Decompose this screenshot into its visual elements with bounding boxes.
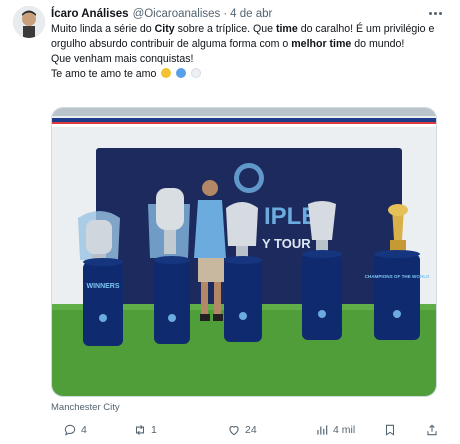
reply-count: 4 bbox=[81, 424, 87, 436]
like-count: 24 bbox=[245, 424, 257, 436]
share-icon bbox=[427, 424, 437, 436]
backdrop-text-2: Y TOUR bbox=[262, 236, 311, 251]
tweet-text: Muito linda a série do City sobre a tríp… bbox=[51, 22, 446, 82]
retweet-count: 1 bbox=[151, 424, 157, 436]
author-name[interactable]: Ícaro Análises bbox=[51, 8, 129, 20]
reply-icon bbox=[64, 424, 76, 436]
media-caption[interactable]: Manchester City bbox=[51, 402, 120, 413]
pedestal-label-1: WINNERS bbox=[86, 283, 119, 290]
tweet-header: Ícaro Análises @Oicaroanalises · 4 de ab… bbox=[51, 6, 272, 22]
separator-dot: · bbox=[223, 8, 228, 20]
tweet-media-photo[interactable]: IPLE Y TOUR WINNERS CHAMPIONS OF THE WOR… bbox=[51, 107, 437, 397]
author-handle[interactable]: @Oicaroanalises bbox=[133, 8, 221, 20]
reply-button[interactable]: 4 bbox=[63, 420, 87, 440]
like-icon bbox=[229, 426, 239, 436]
views-button[interactable]: 4 mil bbox=[315, 420, 355, 440]
views-icon bbox=[317, 425, 328, 435]
tweet-paragraph-1: Muito linda a série do City sobre a tríp… bbox=[51, 23, 435, 50]
action-bar: 4 1 24 4 mil bbox=[51, 420, 446, 440]
like-button[interactable]: 24 bbox=[227, 420, 257, 440]
share-button[interactable] bbox=[425, 420, 439, 440]
avatar[interactable] bbox=[13, 6, 45, 38]
tweet-paragraph-3: Te amo te amo te amo bbox=[51, 67, 446, 82]
tweet-card[interactable]: Ícaro Análises @Oicaroanalises · 4 de ab… bbox=[0, 0, 460, 444]
smiling-face-emoji-icon bbox=[161, 68, 172, 78]
retweet-button[interactable]: 1 bbox=[133, 420, 157, 440]
bookmark-icon bbox=[385, 424, 395, 436]
more-icon[interactable] bbox=[426, 6, 444, 20]
tweet-paragraph-2: Que venham mais conquistas! bbox=[51, 53, 194, 65]
views-count: 4 mil bbox=[333, 424, 356, 436]
white-heart-emoji-icon bbox=[191, 68, 202, 78]
bookmark-button[interactable] bbox=[383, 420, 397, 440]
pedestal-label-5: CHAMPIONS OF THE WORLD bbox=[365, 274, 431, 279]
retweet-icon bbox=[135, 424, 145, 436]
blue-heart-emoji-icon bbox=[176, 68, 187, 78]
tweet-timestamp[interactable]: 4 de abr bbox=[230, 8, 272, 20]
